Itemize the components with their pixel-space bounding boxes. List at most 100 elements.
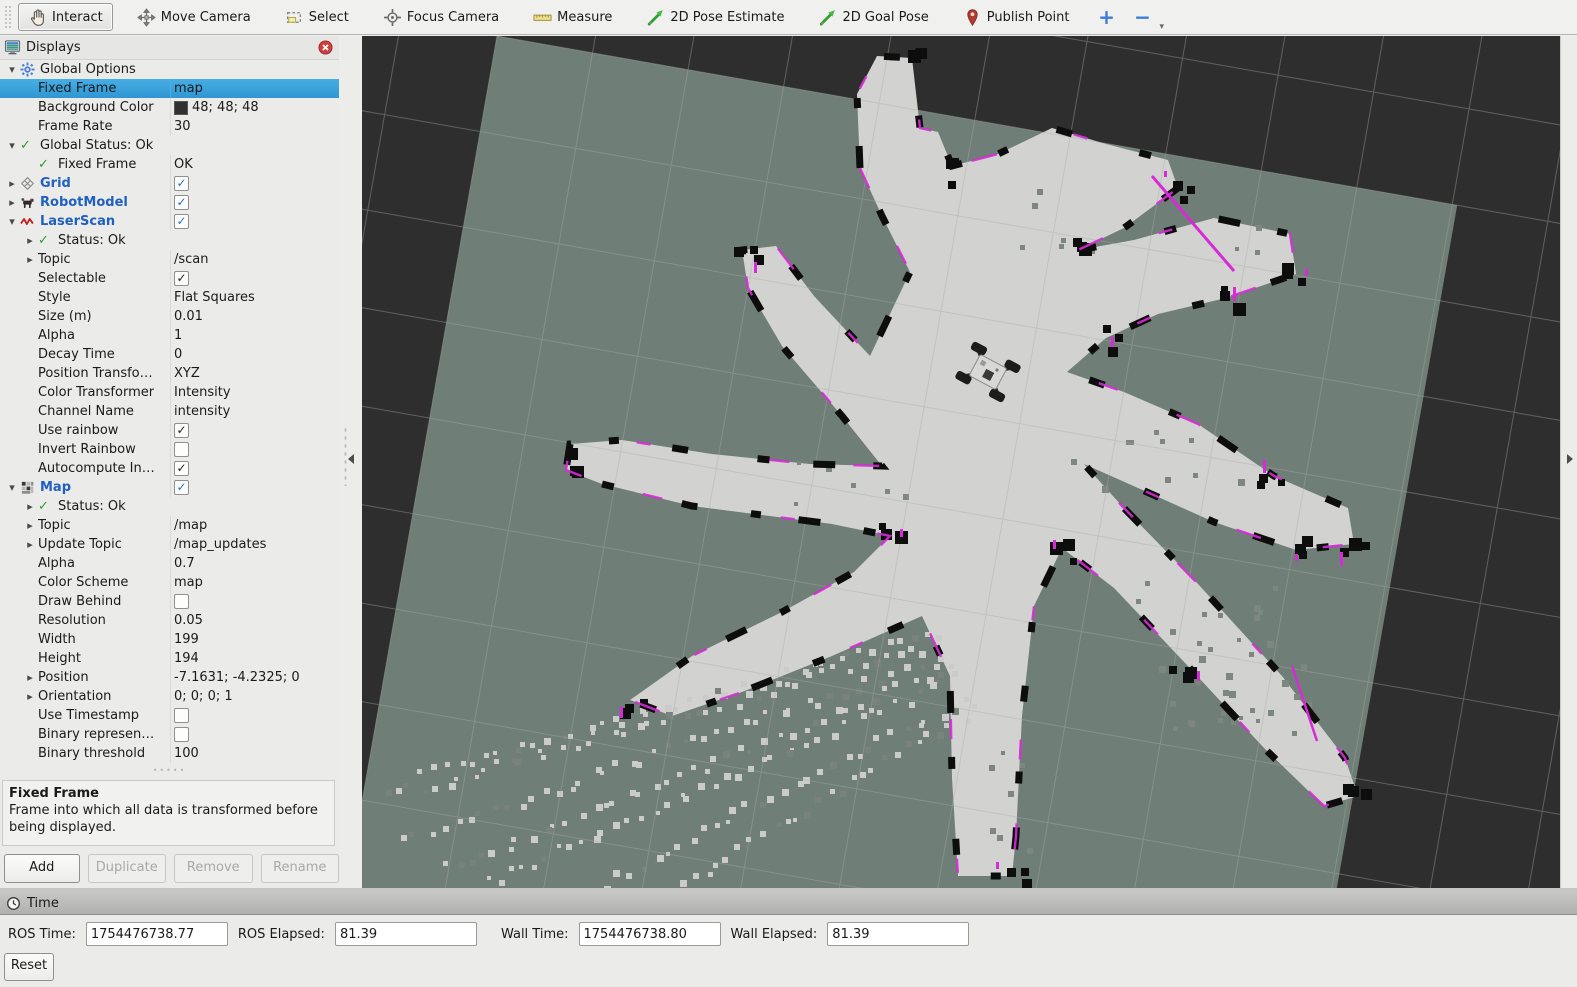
time-field-input-ros-elapsed-[interactable] xyxy=(335,922,477,946)
collapse-left-icon[interactable] xyxy=(348,454,354,464)
checkbox-checked[interactable]: ✓ xyxy=(174,480,189,495)
checkbox-checked[interactable]: ✓ xyxy=(174,271,189,286)
tree-row-binary-represen-[interactable]: Binary represen… xyxy=(0,725,339,744)
tool-button-publish-point[interactable]: Publish Point xyxy=(953,3,1080,31)
expander-icon[interactable]: ▾ xyxy=(4,212,20,231)
tree-row-global-status-ok[interactable]: ▾✓Global Status: Ok xyxy=(0,136,339,155)
property-value[interactable]: intensity xyxy=(174,402,230,421)
expander-icon[interactable]: ▾ xyxy=(4,478,20,497)
add-tool-button[interactable]: + xyxy=(1093,5,1119,29)
tree-row-height[interactable]: Height194 xyxy=(0,649,339,668)
tree-row-use-rainbow[interactable]: Use rainbow✓ xyxy=(0,421,339,440)
add-button[interactable]: Add xyxy=(4,854,80,883)
tree-row-fixed-frame[interactable]: ✓Fixed FrameOK xyxy=(0,155,339,174)
tree-row-use-timestamp[interactable]: Use Timestamp xyxy=(0,706,339,725)
tree-row-color-scheme[interactable]: Color Schememap xyxy=(0,573,339,592)
property-value[interactable]: 0.05 xyxy=(174,611,203,630)
property-value[interactable]: 100 xyxy=(174,744,199,763)
property-value[interactable]: OK xyxy=(174,155,193,174)
remove-tool-button[interactable]: − xyxy=(1129,5,1155,29)
property-value[interactable]: 194 xyxy=(174,649,199,668)
tool-button-select[interactable]: Select xyxy=(275,3,359,31)
close-icon[interactable] xyxy=(318,40,333,55)
checkbox-unchecked[interactable] xyxy=(174,727,189,742)
expander-icon[interactable]: ▸ xyxy=(4,193,20,212)
checkbox-checked[interactable]: ✓ xyxy=(174,195,189,210)
3d-viewport-canvas[interactable] xyxy=(362,36,1560,888)
duplicate-button[interactable]: Duplicate xyxy=(88,854,167,883)
right-splitter[interactable] xyxy=(1560,36,1577,888)
property-value[interactable]: map xyxy=(174,573,203,592)
expander-icon[interactable]: ▸ xyxy=(4,174,20,193)
tree-row-orientation[interactable]: ▸Orientation0; 0; 0; 1 xyxy=(0,687,339,706)
rename-button[interactable]: Rename xyxy=(261,854,340,883)
tool-button-interact[interactable]: Interact xyxy=(18,3,113,31)
checkbox-unchecked[interactable] xyxy=(174,708,189,723)
tree-row-status-ok[interactable]: ▸✓Status: Ok xyxy=(0,231,339,250)
color-swatch[interactable] xyxy=(174,101,188,115)
property-value[interactable]: /scan xyxy=(174,250,209,269)
tree-row-autocompute-in-[interactable]: Autocompute In…✓ xyxy=(0,459,339,478)
tree-row-selectable[interactable]: Selectable✓ xyxy=(0,269,339,288)
tree-row-position-transfo-[interactable]: Position Transfo…XYZ xyxy=(0,364,339,383)
checkbox-unchecked[interactable] xyxy=(174,594,189,609)
expander-icon[interactable]: ▾ xyxy=(4,60,20,79)
tree-row-size-m-[interactable]: Size (m)0.01 xyxy=(0,307,339,326)
expander-icon[interactable]: ▸ xyxy=(22,516,38,535)
toolbar-drag-handle[interactable] xyxy=(4,5,12,29)
time-panel-header[interactable]: Time xyxy=(0,892,1577,915)
property-value[interactable]: 1 xyxy=(174,326,182,345)
tool-button-focus-camera[interactable]: Focus Camera xyxy=(373,3,509,31)
tree-row-channel-name[interactable]: Channel Nameintensity xyxy=(0,402,339,421)
tree-row-background-color[interactable]: Background Color48; 48; 48 xyxy=(0,98,339,117)
property-value[interactable]: Intensity xyxy=(174,383,231,402)
tree-row-topic[interactable]: ▸Topic/scan xyxy=(0,250,339,269)
expander-icon[interactable]: ▸ xyxy=(22,687,38,706)
tool-button-2d-goal-pose[interactable]: 2D Goal Pose xyxy=(808,3,938,31)
checkbox-checked[interactable]: ✓ xyxy=(174,423,189,438)
tree-row-color-transformer[interactable]: Color TransformerIntensity xyxy=(0,383,339,402)
property-value[interactable]: -7.1631; -4.2325; 0 xyxy=(174,668,300,687)
tree-row-frame-rate[interactable]: Frame Rate30 xyxy=(0,117,339,136)
tree-row-update-topic[interactable]: ▸Update Topic/map_updates xyxy=(0,535,339,554)
property-value[interactable]: 199 xyxy=(174,630,199,649)
checkbox-checked[interactable]: ✓ xyxy=(174,461,189,476)
tree-row-resolution[interactable]: Resolution0.05 xyxy=(0,611,339,630)
tree-row-global-options[interactable]: ▾Global Options xyxy=(0,60,339,79)
property-value[interactable]: 48; 48; 48 xyxy=(192,98,259,117)
tree-row-topic[interactable]: ▸Topic/map xyxy=(0,516,339,535)
collapse-right-icon[interactable] xyxy=(1567,454,1573,464)
property-value[interactable]: 0; 0; 0; 1 xyxy=(174,687,233,706)
tree-row-binary-threshold[interactable]: Binary threshold100 xyxy=(0,744,339,763)
reset-button[interactable]: Reset xyxy=(4,953,54,981)
checkbox-unchecked[interactable] xyxy=(174,442,189,457)
time-field-input-wall-time-[interactable] xyxy=(579,922,721,946)
property-value[interactable]: 30 xyxy=(174,117,191,136)
tree-row-map[interactable]: ▾Map✓ xyxy=(0,478,339,497)
tree-row-status-ok[interactable]: ▸✓Status: Ok xyxy=(0,497,339,516)
property-value[interactable]: /map_updates xyxy=(174,535,266,554)
tree-row-position[interactable]: ▸Position-7.1631; -4.2325; 0 xyxy=(0,668,339,687)
time-field-input-ros-time-[interactable] xyxy=(86,922,228,946)
remove-button[interactable]: Remove xyxy=(174,854,253,883)
tree-row-fixed-frame[interactable]: Fixed Framemap xyxy=(0,79,339,98)
checkbox-checked[interactable]: ✓ xyxy=(174,214,189,229)
tree-row-alpha[interactable]: Alpha1 xyxy=(0,326,339,345)
tree-row-alpha[interactable]: Alpha0.7 xyxy=(0,554,339,573)
displays-panel-header[interactable]: Displays xyxy=(0,36,339,60)
expander-icon[interactable]: ▸ xyxy=(22,231,38,250)
property-value[interactable]: 0.01 xyxy=(174,307,203,326)
expander-icon[interactable]: ▸ xyxy=(22,250,38,269)
tree-row-grid[interactable]: ▸Grid✓ xyxy=(0,174,339,193)
tool-button-2d-pose-estimate[interactable]: 2D Pose Estimate xyxy=(636,3,794,31)
expander-icon[interactable]: ▸ xyxy=(22,535,38,554)
left-splitter[interactable] xyxy=(339,36,363,888)
property-value[interactable]: /map xyxy=(174,516,207,535)
tree-row-laserscan[interactable]: ▾LaserScan✓ xyxy=(0,212,339,231)
3d-viewport[interactable] xyxy=(362,36,1560,888)
expander-icon[interactable]: ▸ xyxy=(22,497,38,516)
property-value[interactable]: map xyxy=(174,79,203,98)
property-value[interactable]: 0 xyxy=(174,345,182,364)
tree-row-invert-rainbow[interactable]: Invert Rainbow xyxy=(0,440,339,459)
checkbox-checked[interactable]: ✓ xyxy=(174,176,189,191)
